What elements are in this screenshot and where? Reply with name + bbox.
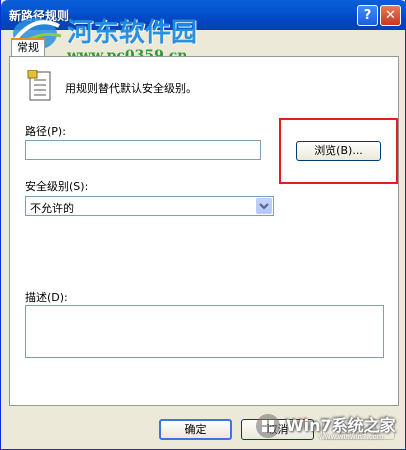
description-field[interactable] <box>25 305 384 358</box>
close-button[interactable]: ✕ <box>380 5 401 26</box>
path-input[interactable] <box>25 140 261 160</box>
watermark-name: 河东软件园 <box>67 18 198 48</box>
close-icon: ✕ <box>385 8 396 23</box>
browse-button[interactable]: 浏览(B)... <box>296 141 381 161</box>
security-level-label: 安全级别(S): <box>25 180 89 193</box>
intro-text: 用规则替代默认安全级别。 <box>65 82 197 95</box>
description-label: 描述(D): <box>25 291 68 304</box>
path-label: 路径(P): <box>25 125 66 138</box>
document-key-icon <box>27 70 51 101</box>
dialog-window: 新路径规则 ? ✕ 河东软件园 www.pc0359.cn 常规 用规则替代默认… <box>0 0 406 450</box>
overlay-badge-url: www.winwin7.com <box>319 433 384 441</box>
chevron-down-icon[interactable] <box>256 198 272 214</box>
security-level-select[interactable]: 不允许的 <box>25 196 274 216</box>
ok-button[interactable]: 确定 <box>159 419 232 440</box>
security-level-value: 不允许的 <box>30 202 74 215</box>
help-button[interactable]: ? <box>357 5 378 26</box>
tab-general[interactable]: 常规 <box>11 38 45 56</box>
help-icon: ? <box>363 8 372 23</box>
